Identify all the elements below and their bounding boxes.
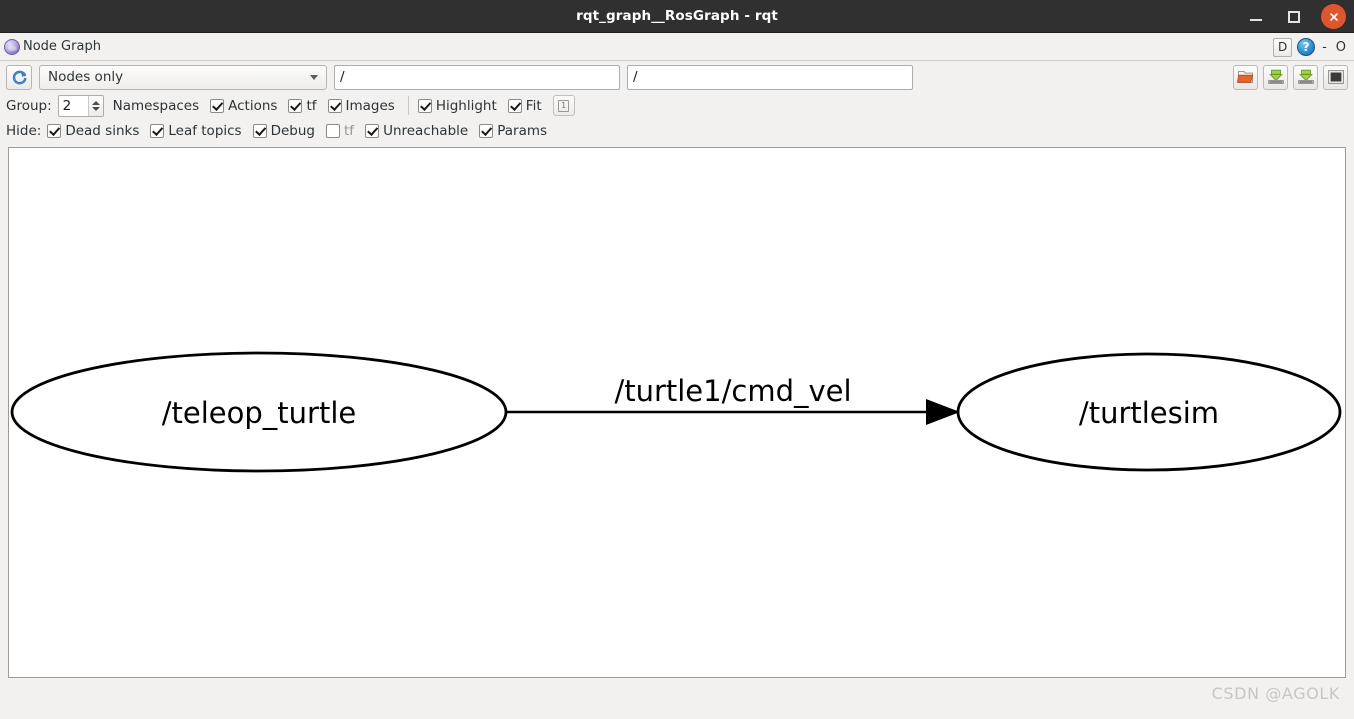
refresh-icon [12, 70, 26, 84]
save-image-button[interactable] [1323, 64, 1348, 90]
save-svg-button[interactable] [1293, 64, 1318, 90]
save-dot-icon [1267, 69, 1284, 85]
statusbar: CSDN @AGOLK [0, 678, 1354, 709]
graph-toolbar: Nodes only [0, 61, 1354, 93]
dock-header-controls: D ? - O [1273, 33, 1348, 61]
hide-params-checkbox[interactable]: Params [479, 123, 547, 139]
save-image-icon [1327, 70, 1344, 84]
window-title: rqt_graph__RosGraph - rqt [576, 8, 778, 24]
hide-label: Hide: [6, 122, 42, 139]
chevron-down-icon[interactable] [91, 106, 100, 111]
images-checkbox[interactable]: Images [327, 97, 395, 114]
arrowhead-icon [926, 399, 960, 425]
spinbox-arrows[interactable] [87, 95, 103, 116]
minimize-button[interactable] [1245, 6, 1267, 28]
toolbar-separator [407, 96, 409, 115]
hide-dead-sinks-checkbox[interactable]: Dead sinks [47, 123, 139, 139]
maximize-icon [1288, 10, 1300, 23]
checkbox-icon [479, 123, 494, 138]
checkbox-icon [417, 98, 432, 113]
group-value: 2 [62, 97, 72, 114]
fit-in-view-icon: 1 [558, 99, 570, 112]
hide-debug-label: Debug [270, 122, 316, 139]
hide-unreachable-checkbox[interactable]: Unreachable [365, 123, 468, 139]
maximize-button[interactable] [1283, 6, 1305, 28]
graph-canvas[interactable]: /teleop_turtle /turtlesim /turtle1/cmd_v… [8, 147, 1346, 678]
hide-params-label: Params [497, 122, 548, 139]
fit-label: Fit [525, 97, 542, 114]
dock-widget-header[interactable]: Node Graph D ? - O [0, 33, 1354, 61]
dock-title: Node Graph [23, 39, 101, 54]
node-label: /turtlesim [1079, 396, 1219, 430]
chevron-up-icon[interactable] [91, 100, 100, 105]
close-icon [1329, 12, 1338, 21]
minimize-icon [1250, 19, 1262, 21]
checkbox-icon [326, 123, 341, 138]
fit-checkbox[interactable]: Fit [507, 97, 542, 114]
ros-graph-svg: /teleop_turtle /turtlesim /turtle1/cmd_v… [10, 351, 1342, 473]
edge-label: /turtle1/cmd_vel [614, 374, 851, 408]
checkbox-icon [327, 98, 342, 113]
checkbox-icon [210, 98, 225, 113]
node-graph-icon [4, 38, 20, 55]
save-dot-button[interactable] [1263, 64, 1288, 90]
group-label: Group: [6, 97, 52, 114]
checkbox-icon [365, 123, 380, 138]
folder-open-icon [1236, 71, 1253, 83]
hide-tf-checkbox[interactable]: tf [326, 123, 354, 139]
hide-dead-sinks-label: Dead sinks [65, 122, 140, 139]
namespaces-label: Namespaces [112, 97, 200, 114]
save-svg-icon [1297, 69, 1314, 85]
graph-type-value: Nodes only [48, 69, 124, 85]
highlight-label: Highlight [435, 97, 497, 114]
group-spinbox[interactable]: 2 [57, 94, 104, 117]
node-label: /teleop_turtle [162, 396, 356, 430]
highlight-checkbox[interactable]: Highlight [417, 97, 497, 114]
hide-tf-label: tf [344, 122, 355, 139]
checkbox-icon [288, 98, 303, 113]
checkbox-icon [47, 123, 62, 138]
hide-leaf-topics-label: Leaf topics [168, 122, 242, 139]
graph-options-row: Group: 2 Namespaces Actions tf Images Hi… [0, 93, 1354, 118]
dock-close-button[interactable]: O [1334, 41, 1348, 54]
fit-in-view-button[interactable]: 1 [552, 95, 575, 116]
hide-debug-checkbox[interactable]: Debug [252, 122, 316, 139]
window-titlebar: rqt_graph__RosGraph - rqt [0, 0, 1354, 33]
graph-type-select[interactable]: Nodes only [39, 64, 327, 90]
checkbox-icon [507, 98, 522, 113]
namespaces-option[interactable]: Namespaces [113, 98, 199, 114]
checkbox-icon [252, 123, 267, 138]
actions-label: Actions [228, 97, 278, 114]
load-dot-button[interactable] [1233, 64, 1258, 90]
watermark: CSDN @AGOLK [1211, 684, 1340, 703]
refresh-button[interactable] [6, 64, 32, 90]
close-button[interactable] [1321, 4, 1346, 29]
tf-checkbox[interactable]: tf [288, 97, 317, 114]
actions-checkbox[interactable]: Actions [210, 98, 277, 114]
hide-unreachable-label: Unreachable [383, 122, 469, 139]
toolbar-action-buttons [1233, 61, 1348, 93]
hide-options-row: Hide: Dead sinks Leaf topics Debug tf Un… [0, 118, 1354, 143]
dock-float-button[interactable]: - [1320, 41, 1329, 54]
checkbox-icon [150, 123, 165, 138]
chevron-down-icon [310, 74, 318, 80]
graph-node-teleop-turtle[interactable]: /teleop_turtle [10, 351, 508, 473]
tf-label: tf [306, 97, 317, 114]
help-icon[interactable]: ? [1297, 38, 1316, 56]
topic-filter-input[interactable] [627, 64, 913, 90]
namespace-filter-input[interactable] [334, 64, 620, 90]
window-controls [1245, 0, 1346, 33]
images-label: Images [345, 97, 395, 114]
graph-node-turtlesim[interactable]: /turtlesim [956, 352, 1342, 472]
hide-leaf-topics-checkbox[interactable]: Leaf topics [150, 122, 242, 139]
dock-detach-button[interactable]: D [1273, 37, 1293, 57]
